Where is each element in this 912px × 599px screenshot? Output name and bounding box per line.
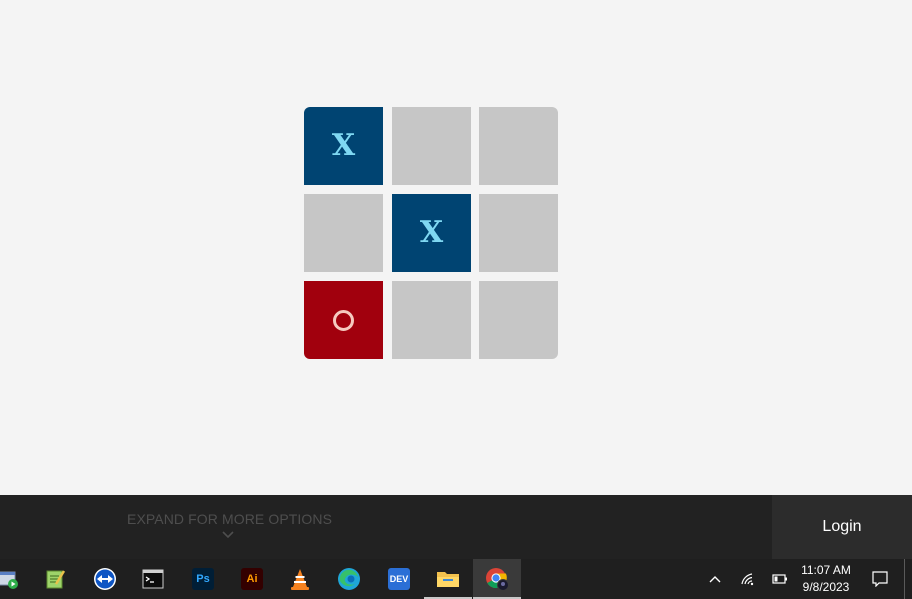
illustrator-icon: Ai xyxy=(241,568,263,590)
taskbar-notepad-plus[interactable] xyxy=(31,559,79,599)
dev-icon: DEV xyxy=(388,568,410,590)
chevron-down-icon[interactable] xyxy=(222,531,234,539)
file-explorer-icon xyxy=(437,572,459,587)
board-cell-2[interactable] xyxy=(392,107,471,185)
board-cell-1[interactable]: X xyxy=(304,107,383,185)
battery-icon xyxy=(772,574,787,584)
board-cell-6[interactable] xyxy=(479,194,558,272)
o-mark xyxy=(333,309,354,331)
board-cell-4[interactable] xyxy=(304,194,383,272)
taskbar: Ps Ai DEV 11:07 AM 9/8/2023 xyxy=(0,559,912,599)
photoshop-icon: Ps xyxy=(192,568,214,590)
login-button[interactable]: Login xyxy=(772,495,912,559)
board-cell-9[interactable] xyxy=(479,281,558,359)
edge-icon xyxy=(338,568,360,590)
board-cell-5[interactable]: X xyxy=(392,194,471,272)
x-mark: X xyxy=(419,215,444,250)
clock-time: 11:07 AM xyxy=(801,563,851,577)
board-cell-3[interactable] xyxy=(479,107,558,185)
action-center-button[interactable] xyxy=(866,559,894,599)
taskbar-photoshop[interactable]: Ps xyxy=(179,559,227,599)
vlc-icon xyxy=(291,569,309,590)
taskbar-illustrator[interactable]: Ai xyxy=(228,559,276,599)
clock-date: 9/8/2023 xyxy=(802,580,850,594)
taskbar-chrome[interactable] xyxy=(473,559,521,599)
board-cell-8[interactable] xyxy=(392,281,471,359)
board-cell-7[interactable] xyxy=(304,281,383,359)
taskbar-dev[interactable]: DEV xyxy=(375,559,423,599)
terminal-icon xyxy=(142,569,164,589)
taskbar-vlc[interactable] xyxy=(276,559,324,599)
options-panel: EXPAND FOR MORE OPTIONS Login xyxy=(0,495,912,559)
network-tray-button[interactable] xyxy=(738,559,758,599)
notification-icon xyxy=(872,571,888,587)
taskbar-edge[interactable] xyxy=(325,559,373,599)
taskbar-app-generic[interactable] xyxy=(0,559,32,599)
chrome-icon xyxy=(486,568,509,591)
show-desktop-button[interactable] xyxy=(904,559,912,599)
taskbar-teamviewer[interactable] xyxy=(81,559,129,599)
battery-tray-button[interactable] xyxy=(770,559,790,599)
chevron-up-icon xyxy=(709,576,721,583)
show-hidden-icons-button[interactable] xyxy=(704,559,726,599)
taskbar-file-explorer[interactable] xyxy=(424,559,472,599)
taskbar-clock[interactable]: 11:07 AM 9/8/2023 xyxy=(795,562,857,596)
notepad-plus-icon xyxy=(46,570,66,589)
wifi-icon xyxy=(741,573,754,586)
teamviewer-icon xyxy=(94,568,116,590)
taskbar-terminal[interactable] xyxy=(129,559,177,599)
tic-tac-toe-board: X X xyxy=(304,107,558,360)
app-generic-icon xyxy=(0,571,18,589)
expand-options-link[interactable]: EXPAND FOR MORE OPTIONS xyxy=(127,511,332,527)
x-mark: X xyxy=(331,128,356,163)
